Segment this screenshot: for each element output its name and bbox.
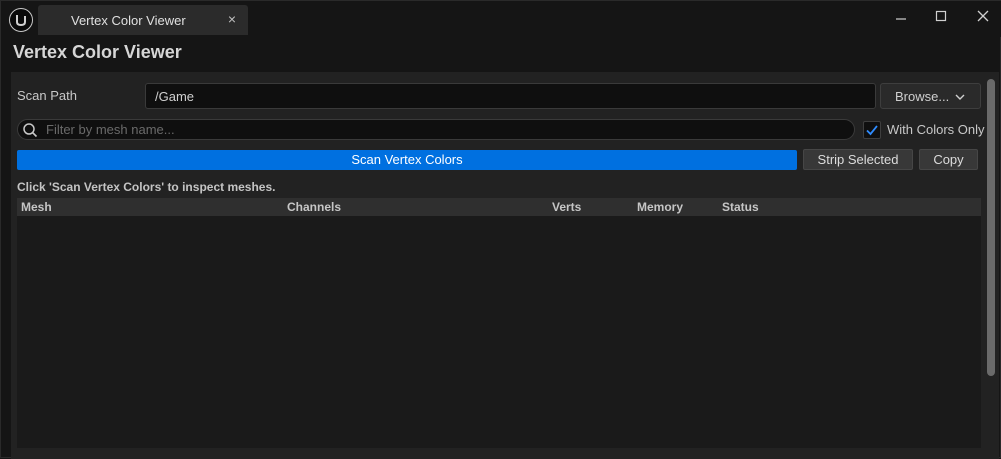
table-header: Mesh Channels Verts Memory Status: [17, 198, 981, 216]
mesh-table-body[interactable]: [17, 216, 981, 448]
with-colors-only-label[interactable]: With Colors Only: [887, 122, 985, 137]
close-window-button[interactable]: [970, 5, 996, 27]
strip-selected-button[interactable]: Strip Selected: [803, 149, 913, 170]
column-header-memory[interactable]: Memory: [637, 200, 683, 214]
search-placeholder: Filter by mesh name...: [46, 122, 175, 137]
close-icon: [977, 10, 989, 22]
browse-button[interactable]: Browse...: [880, 83, 981, 109]
search-icon: [23, 123, 38, 138]
checkmark-icon: [866, 125, 878, 136]
tab-vertex-color-viewer[interactable]: Vertex Color Viewer ×: [38, 5, 248, 35]
copy-button[interactable]: Copy: [919, 149, 978, 170]
column-header-verts[interactable]: Verts: [552, 200, 581, 214]
maximize-icon: [935, 10, 947, 22]
scan-vertex-colors-button[interactable]: Scan Vertex Colors: [17, 150, 797, 170]
chevron-down-icon: [955, 94, 965, 100]
vertical-scrollbar[interactable]: [987, 79, 995, 376]
column-header-channels[interactable]: Channels: [287, 200, 341, 214]
title-bar: Vertex Color Viewer ×: [1, 1, 1001, 37]
minimize-icon: [896, 18, 906, 20]
unreal-logo-icon[interactable]: [9, 8, 33, 32]
browse-label: Browse...: [895, 89, 950, 104]
column-header-mesh[interactable]: Mesh: [21, 200, 52, 214]
with-colors-only-checkbox[interactable]: [863, 121, 881, 139]
maximize-button[interactable]: [928, 5, 954, 27]
column-header-status[interactable]: Status: [722, 200, 759, 214]
scan-path-input[interactable]: /Game: [145, 83, 876, 109]
scan-path-label: Scan Path: [17, 88, 77, 103]
search-input[interactable]: Filter by mesh name...: [17, 119, 855, 140]
minimize-button[interactable]: [888, 5, 914, 27]
page-title: Vertex Color Viewer: [13, 42, 182, 62]
app-window: Vertex Color Viewer × Vertex Color Viewe…: [0, 0, 1001, 459]
tab-close-icon[interactable]: ×: [224, 10, 240, 28]
tab-label: Vertex Color Viewer: [71, 13, 186, 28]
status-hint: Click 'Scan Vertex Colors' to inspect me…: [17, 180, 276, 194]
